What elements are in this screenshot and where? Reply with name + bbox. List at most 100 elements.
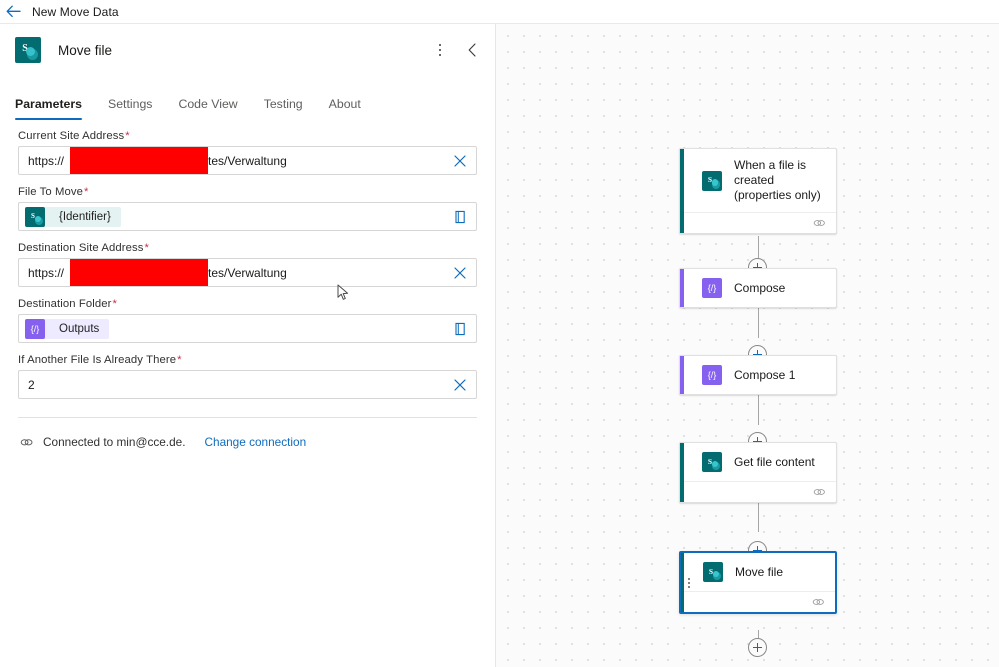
flow-name-title: New Move Data: [32, 4, 119, 19]
connection-status-text: Connected to min@cce.de.: [43, 435, 186, 449]
connection-status-row: Connected to min@cce.de. Change connecti…: [0, 418, 495, 449]
redaction-bar: [70, 259, 208, 286]
panel-tabs: Parameters Settings Code View Testing Ab…: [0, 86, 495, 120]
panel-header: S Move file: [0, 24, 495, 76]
panel-title: Move file: [58, 42, 113, 58]
node-footer: [681, 591, 835, 612]
add-step-after-movefile[interactable]: [748, 638, 767, 657]
flow-node-move-file[interactable]: S Move file: [679, 551, 837, 614]
label-text: If Another File Is Already There: [18, 354, 177, 366]
compose-icon: {/}: [25, 318, 45, 339]
back-button[interactable]: [0, 0, 26, 24]
token-chip-outputs[interactable]: {/} Outputs: [25, 318, 110, 339]
sharepoint-icon-ring-inner: [711, 460, 718, 467]
label-file-to-move: File To Move*: [18, 186, 477, 198]
compose-icon-glyph: {/}: [707, 370, 717, 380]
node-accent-bar: [680, 356, 684, 394]
input-current-site-address[interactable]: https://xxxxxxxxxxxxxxxxxxxxxx/sites/Ver…: [18, 146, 477, 175]
tab-about[interactable]: About: [316, 97, 374, 120]
node-main: S Get file content: [680, 443, 836, 481]
compose-icon: {/}: [702, 365, 722, 385]
flow-node-when-a-file-is-created[interactable]: S When a file is created (properties onl…: [679, 148, 837, 234]
input-destination-folder[interactable]: {/} Outputs: [18, 314, 477, 343]
more-options-button[interactable]: [427, 37, 453, 63]
tab-parameters[interactable]: Parameters: [2, 97, 95, 120]
required-marker: *: [125, 130, 130, 142]
plug-link-icon: [20, 438, 33, 445]
clear-x-icon: [454, 378, 466, 391]
token-chip-label: {Identifier}: [59, 210, 111, 223]
sharepoint-icon: S: [25, 206, 45, 227]
field-if-another-file-is-already-there: If Another File Is Already There* 2: [18, 354, 477, 399]
node-main: S When a file is created (properties onl…: [680, 149, 836, 212]
node-label: Move file: [735, 564, 784, 579]
field-destination-site-address: Destination Site Address* https://xxxxxx…: [18, 242, 477, 287]
input-if-another-file-is-already-there[interactable]: 2: [18, 370, 477, 399]
sharepoint-icon: S: [702, 170, 722, 191]
node-label: Compose 1: [734, 367, 796, 382]
label-current-site-address: Current Site Address*: [18, 130, 477, 142]
sharepoint-icon: S: [703, 562, 723, 582]
field-destination-folder: Destination Folder* {/} Outputs: [18, 298, 477, 343]
compose-icon-glyph: {/}: [707, 283, 717, 293]
label-text: Current Site Address: [18, 130, 125, 142]
more-vertical-icon: [438, 43, 442, 57]
action-details-panel: S Move file Parameters Settings Code Vie…: [0, 24, 496, 667]
required-marker: *: [112, 298, 117, 310]
label-destination-site-address: Destination Site Address*: [18, 242, 477, 254]
node-label: When a file is created (properties only): [734, 158, 821, 202]
dynamic-content-button-file-to-move[interactable]: [444, 203, 476, 230]
node-main: S Move file: [681, 553, 835, 591]
clear-current-site-address-button[interactable]: [444, 147, 476, 174]
node-footer: [680, 481, 836, 502]
node-accent-bar: [680, 443, 684, 502]
compose-icon-glyph: {/}: [30, 323, 40, 334]
drag-handle-icon[interactable]: [688, 577, 690, 588]
connector-line: [758, 500, 759, 532]
if-another-file-value: 2: [28, 377, 35, 392]
parameters-form: Current Site Address* https://xxxxxxxxxx…: [0, 120, 495, 399]
required-marker: *: [177, 354, 182, 366]
redaction-bar: [70, 147, 208, 174]
tab-testing[interactable]: Testing: [251, 97, 316, 120]
url-prefix: https://: [28, 265, 65, 280]
dynamic-content-button-destination-folder[interactable]: [444, 315, 476, 342]
tab-code-view[interactable]: Code View: [165, 97, 250, 120]
input-file-to-move[interactable]: S {Identifier}: [18, 202, 477, 231]
connector-line: [758, 306, 759, 338]
url-prefix: https://: [28, 153, 65, 168]
collapse-panel-button[interactable]: [459, 37, 485, 63]
connection-link-icon: [813, 220, 825, 226]
input-destination-site-address[interactable]: https://xxxxxxxxxxxxxxxxxxxxxx/sites/Ver…: [18, 258, 477, 287]
change-connection-link[interactable]: Change connection: [204, 435, 306, 449]
node-accent-bar: [680, 149, 684, 233]
token-chip-identifier[interactable]: S {Identifier}: [25, 206, 121, 227]
sharepoint-icon-ring-inner: [35, 215, 41, 222]
field-file-to-move: File To Move* S {Identifier}: [18, 186, 477, 231]
flow-node-compose-1[interactable]: {/} Compose 1: [679, 355, 837, 395]
token-chip-label: Outputs: [59, 322, 100, 335]
sharepoint-icon-ring-inner: [26, 47, 35, 56]
label-text: Destination Folder: [18, 298, 112, 310]
flow-canvas[interactable]: S When a file is created (properties onl…: [496, 24, 999, 667]
flow-node-compose[interactable]: {/} Compose: [679, 268, 837, 308]
label-if-another-file-is-already-there: If Another File Is Already There*: [18, 354, 477, 366]
arrow-left-icon: [6, 5, 21, 18]
dynamic-content-icon: [454, 322, 465, 335]
connection-link-icon: [812, 599, 824, 605]
top-bar: New Move Data: [0, 0, 999, 24]
clear-destination-site-address-button[interactable]: [444, 259, 476, 286]
connection-link-icon: [813, 489, 825, 495]
clear-if-another-file-button[interactable]: [444, 371, 476, 398]
url-suffix: /sites/Verwaltung: [196, 265, 287, 280]
clear-x-icon: [454, 266, 466, 279]
node-accent-bar: [681, 553, 684, 612]
label-destination-folder: Destination Folder*: [18, 298, 477, 310]
required-marker: *: [84, 186, 89, 198]
node-main: {/} Compose 1: [680, 356, 836, 394]
compose-icon: {/}: [702, 278, 722, 298]
flow-node-get-file-content[interactable]: S Get file content: [679, 442, 837, 503]
sharepoint-icon-ring-inner: [712, 570, 719, 577]
tab-settings[interactable]: Settings: [95, 97, 165, 120]
chevron-left-icon: [468, 43, 476, 57]
